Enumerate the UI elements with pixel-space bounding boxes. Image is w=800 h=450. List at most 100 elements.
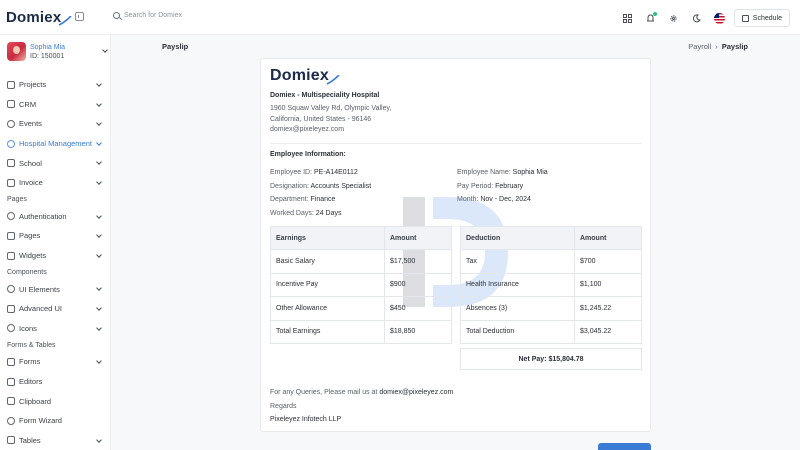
- schedule-button[interactable]: Schedule: [733, 9, 790, 27]
- sidebar-item-forms[interactable]: Forms: [0, 352, 111, 372]
- sidebar-item-form-wizard[interactable]: Form Wizard: [0, 411, 111, 431]
- sidebar-item-pages[interactable]: Pages: [0, 226, 111, 246]
- table-row: Total Deduction $3,045.22: [460, 319, 642, 344]
- employee-info-right: Employee Name: Sophia Mia Pay Period: Fe…: [457, 166, 548, 207]
- table-cell: $18,850: [384, 319, 452, 344]
- sidebar-item-label: Forms: [19, 357, 41, 367]
- widgets-icon: [7, 251, 15, 260]
- sidebar-item-invoice[interactable]: Invoice: [0, 173, 111, 193]
- notification-badge: [652, 12, 657, 16]
- table-row: Health Insurance $1,100: [460, 272, 642, 297]
- sidebar-item-ui-elements[interactable]: UI Elements: [0, 279, 111, 299]
- employee-field: Designation: Accounts Specialist: [270, 182, 372, 190]
- chevron-down-icon: [102, 47, 108, 53]
- sidebar-item-label: Authentication: [19, 211, 67, 221]
- icons-icon: [7, 324, 15, 333]
- dark-mode-moon-icon[interactable]: [689, 10, 705, 26]
- sidebar-item-label: UI Elements: [19, 284, 60, 294]
- wizard-icon: [7, 416, 15, 425]
- topbar-actions: Schedule: [613, 9, 790, 27]
- sidebar-item-label: Hospital Management: [19, 139, 92, 149]
- notification-bell-icon[interactable]: [643, 10, 659, 26]
- print-button[interactable]: [598, 443, 651, 450]
- chevron-down-icon: [96, 100, 102, 107]
- table-row: Basic Salary $17,500: [270, 249, 452, 274]
- table-cell: $700: [574, 249, 642, 274]
- sidebar: Sophia Mia ID: 150001 Projects CRM Event…: [0, 35, 111, 450]
- payslip-logo-text: Domiex: [270, 67, 329, 84]
- table-cell: Total Earnings: [270, 319, 385, 344]
- clipboard-icon: [7, 397, 15, 406]
- table-cell: Other Allowance: [270, 296, 385, 321]
- sidebar-item-crm[interactable]: CRM: [0, 95, 111, 115]
- app-logo-text: Domiex: [6, 9, 62, 26]
- search-input[interactable]: Search for Domiex: [124, 12, 182, 19]
- sidebar-item-icons[interactable]: Icons: [0, 319, 111, 339]
- monitor-icon: [7, 80, 15, 89]
- employee-field: Worked Days: 24 Days: [270, 210, 342, 218]
- sidebar-item-label: Editors: [19, 377, 43, 387]
- chevron-down-icon: [96, 212, 102, 219]
- table-header-row: Deduction Amount: [460, 226, 642, 250]
- table-header-row: Earnings Amount: [270, 226, 452, 250]
- sidebar-item-authentication[interactable]: Authentication: [0, 207, 111, 227]
- table-cell: Basic Salary: [270, 249, 385, 274]
- app-logo[interactable]: Domiex: [6, 9, 72, 26]
- search-icon: [113, 12, 120, 19]
- sidebar-item-widgets[interactable]: Widgets: [0, 246, 111, 266]
- sidebar-item-hospital-management[interactable]: Hospital Management: [0, 134, 111, 154]
- chevron-down-icon: [96, 436, 102, 443]
- shopping-bag-icon: [7, 100, 15, 109]
- employee-info-left: Employee ID: PE-A14E0112 Designation: Ac…: [270, 166, 371, 221]
- table-header: Earnings: [270, 226, 385, 250]
- sidebar-item-clipboard[interactable]: Clipboard: [0, 391, 111, 411]
- queries-note: For any Queries, Please mail us at domie…: [270, 389, 453, 396]
- sidebar-item-label: Invoice: [19, 178, 43, 188]
- avatar: [7, 42, 26, 61]
- sidebar-toggle-icon[interactable]: [75, 12, 84, 21]
- editor-icon: [7, 377, 15, 386]
- sidebar-item-label: School: [19, 158, 42, 168]
- hospital-address: 1960 Squaw Valley Rd, Olympic Valley, Ca…: [270, 104, 410, 125]
- chevron-down-icon: [96, 251, 102, 258]
- user-name: Sophia Mia: [30, 43, 66, 51]
- trophy-icon: [7, 119, 15, 128]
- chevron-down-icon: [96, 285, 102, 292]
- sidebar-item-advanced-ui[interactable]: Advanced UI: [0, 299, 111, 319]
- sidebar-item-projects[interactable]: Projects: [0, 75, 111, 95]
- queries-email-link[interactable]: domiex@pixeleyez.com: [379, 389, 453, 396]
- user-profile[interactable]: Sophia Mia ID: 150001: [7, 42, 108, 61]
- sidebar-item-school[interactable]: School: [0, 153, 111, 173]
- file-icon: [7, 178, 15, 187]
- sidebar-item-tables[interactable]: Tables: [0, 431, 111, 450]
- sidebar-item-events[interactable]: Events: [0, 114, 111, 134]
- apps-grid-icon[interactable]: [620, 10, 636, 26]
- breadcrumb: Payroll › Payslip: [688, 42, 748, 51]
- net-pay: Net Pay: $15,804.78: [460, 348, 642, 370]
- school-icon: [7, 159, 15, 168]
- table-cell: Incentive Pay: [270, 272, 385, 297]
- table-row: Other Allowance $450: [270, 296, 452, 321]
- sidebar-item-label: Pages: [19, 231, 41, 241]
- breadcrumb-parent[interactable]: Payroll: [688, 42, 711, 51]
- section-forms-tables: Forms & Tables: [7, 341, 56, 349]
- language-flag-icon[interactable]: [712, 10, 728, 26]
- table-cell: Health Insurance: [460, 272, 575, 297]
- sidebar-item-editors[interactable]: Editors: [0, 372, 111, 392]
- breadcrumb-current: Payslip: [721, 42, 748, 51]
- hospital-name: Domiex - Multispeciality Hospital: [270, 92, 380, 99]
- section-components: Components: [7, 268, 47, 276]
- chevron-down-icon: [96, 179, 102, 185]
- company-name: Pixeleyez Infotech LLP: [270, 416, 342, 423]
- employee-field: Pay Period: February: [457, 182, 524, 190]
- search-bar[interactable]: Search for Domiex: [113, 12, 182, 19]
- book-icon: [7, 231, 15, 240]
- employee-field: Department: Finance: [270, 196, 336, 204]
- chevron-down-icon: [96, 232, 102, 238]
- earnings-table: Earnings Amount Basic Salary $17,500 Ince…: [270, 226, 452, 344]
- table-cell: Absences (3): [460, 296, 575, 321]
- section-pages: Pages: [7, 196, 27, 204]
- topbar: Domiex Search for Domiex Schedule: [0, 0, 800, 35]
- sidebar-menu: Projects CRM Events Hospital Management …: [0, 75, 111, 450]
- settings-gear-icon[interactable]: [666, 10, 682, 26]
